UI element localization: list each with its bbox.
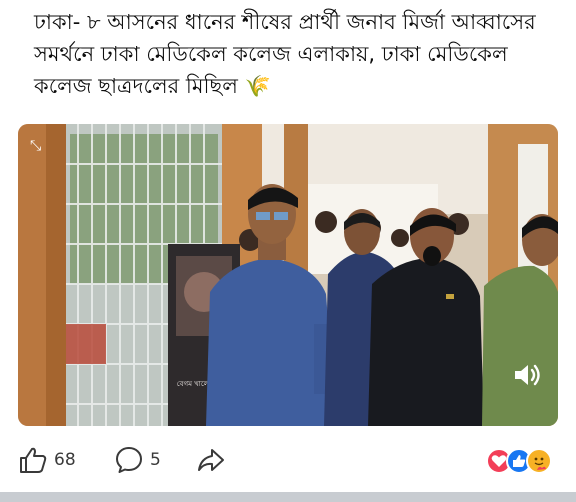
post-text: ঢাকা- ৮ আসনের ধানের শীষের প্রার্থী জনাব …	[34, 10, 536, 98]
speaker-icon	[515, 364, 540, 386]
reaction-summary[interactable]	[486, 448, 560, 474]
svg-text:⤡: ⤡	[30, 138, 41, 154]
share-arrow-icon	[198, 449, 224, 471]
share-button[interactable]	[196, 444, 226, 476]
video-frame: বেগম খালেদা জিয়া ⤡	[18, 124, 558, 426]
post-video[interactable]: বেগম খালেদা জিয়া ⤡	[18, 124, 558, 426]
like-count: 68	[54, 450, 76, 470]
thumbs-up-icon	[20, 447, 47, 473]
speech-bubble-icon	[116, 447, 142, 473]
volume-button[interactable]	[510, 358, 544, 392]
post-action-bar: 68 5	[0, 438, 576, 484]
comment-button[interactable]: 5	[114, 444, 161, 476]
collapse-icon[interactable]: ⤡	[30, 138, 41, 154]
feed-divider	[0, 492, 576, 502]
care-reaction-icon	[526, 448, 552, 474]
like-button[interactable]: 68	[18, 444, 76, 476]
post-card: ঢাকা- ৮ আসনের ধানের শীষের প্রার্থী জনাব …	[0, 0, 576, 502]
comment-count: 5	[150, 450, 161, 470]
